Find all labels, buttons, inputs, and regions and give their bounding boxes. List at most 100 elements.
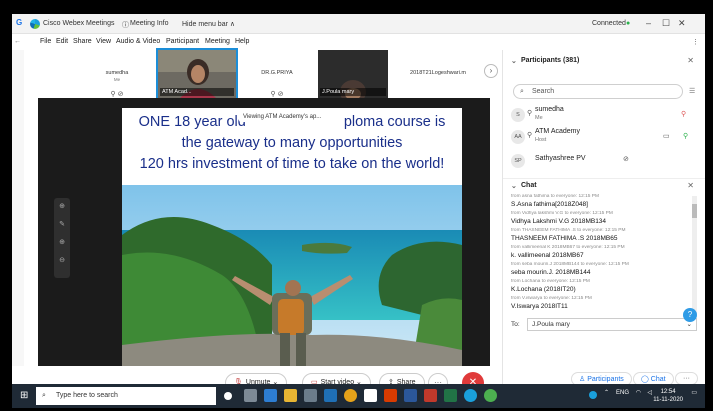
app-icon[interactable] [484, 389, 497, 402]
notifications-icon[interactable]: ▭ [691, 389, 697, 396]
chat-to-label: To: [511, 321, 520, 328]
mic-icon: ⚲ [527, 110, 533, 117]
participant-search-input[interactable]: ⌕ Search [513, 84, 683, 99]
mic-active-icon[interactable]: ⚲ [683, 132, 688, 140]
participants-panel-label: Participants [587, 376, 624, 383]
participant-item[interactable]: SP Sathyashree PV ⊘ [511, 152, 699, 172]
search-icon: ⌕ [42, 392, 46, 399]
list-view-icon[interactable]: ☰ [689, 87, 695, 95]
chat-recipient-select[interactable]: J.Poula mary ⌄ [527, 318, 697, 331]
chat-scrollbar[interactable] [692, 196, 697, 314]
excel-icon[interactable] [444, 389, 457, 402]
participants-title: Participants (381) [521, 57, 580, 64]
slide-line-1-rest: ploma course is [343, 114, 446, 130]
menu-view[interactable]: View [96, 38, 111, 45]
tray-app-icon[interactable] [589, 391, 597, 399]
chat-title: Chat [521, 182, 537, 189]
chrome-icon[interactable] [344, 389, 357, 402]
menu-bar: ← File Edit Share View Audio & Video Par… [12, 34, 705, 50]
language-indicator[interactable]: ENG [616, 390, 629, 396]
meeting-info-button[interactable]: Meeting Info [130, 20, 169, 27]
clock-date: 11-11-2020 [653, 397, 683, 403]
participant-name: Sathyashree PV [535, 155, 586, 162]
maximize-button[interactable]: ☐ [662, 18, 670, 29]
chat-meta: from seba mourin.J 2018MB144 to everyone… [511, 262, 629, 267]
mic-muted-icon[interactable]: ⊘ [623, 155, 629, 163]
chat-messages: from asna fathima to everyone: 12:15 PM … [511, 194, 689, 319]
thumbnail-participant[interactable]: DR.G.PRIYA ⚲ ⊘ [242, 50, 312, 98]
volume-icon[interactable]: ◁ [647, 389, 652, 396]
app-icon[interactable] [264, 389, 277, 402]
taskbar-search-placeholder: Type here to search [56, 392, 118, 399]
chevron-down-icon[interactable]: ⌄ [511, 182, 517, 190]
help-icon[interactable]: ? [683, 308, 697, 322]
search-icon: ⌕ [520, 88, 524, 95]
thumbnail-participant[interactable]: J.Poula mary [318, 50, 388, 104]
thumbnail-participant[interactable]: ATM Acad... [156, 48, 238, 100]
participants-header[interactable]: ⌄ Participants (381) ✕ [503, 56, 705, 70]
menu-help[interactable]: Help [235, 38, 249, 45]
taskbar-search-input[interactable]: ⌕ Type here to search [36, 387, 216, 405]
app-icon[interactable] [304, 389, 317, 402]
close-icon[interactable]: ✕ [687, 56, 694, 65]
close-icon[interactable]: ✕ [687, 181, 694, 190]
mic-muted-icon[interactable]: ⚲ [681, 110, 686, 118]
thumbnail-name: sumedha [105, 70, 129, 76]
task-view-icon[interactable] [244, 389, 257, 402]
thumbnail-name: ATM Acad... [160, 88, 234, 96]
app-icon[interactable] [424, 389, 437, 402]
participant-item[interactable]: S ⚲ sumedha Me ⚲ [511, 106, 699, 126]
title-bar: G Cisco Webex Meetings ⓘ Meeting Info Hi… [12, 14, 705, 34]
menu-participant[interactable]: Participant [166, 38, 199, 45]
menu-audio-video[interactable]: Audio & Video [116, 38, 160, 45]
close-button[interactable]: ✕ [678, 18, 686, 29]
slide-line-3: 120 hrs investment of time to take on th… [139, 156, 445, 172]
thumbnail-name: J.Poula mary [320, 88, 386, 96]
windows-start-icon[interactable]: ⊞ [20, 390, 28, 401]
menu-edit[interactable]: Edit [56, 38, 68, 45]
chat-text: seba mourin.J. 2018MB144 [511, 269, 591, 276]
next-thumbnails-icon[interactable]: › [484, 64, 498, 78]
pointer-tool-icon[interactable]: ⊕ [54, 198, 70, 216]
app-icon[interactable] [364, 389, 377, 402]
kebab-menu-icon[interactable]: ⋮ [692, 38, 699, 46]
chevron-down-icon[interactable]: ⌄ [511, 57, 517, 65]
hide-menu-bar-button[interactable]: Hide menu bar ∧ [182, 20, 235, 28]
chat-panel-label: Chat [650, 376, 666, 383]
webex-icon[interactable] [464, 389, 477, 402]
app-icon[interactable] [324, 389, 337, 402]
chat-meta: from Lochana to everyone: 12:15 PM [511, 279, 590, 284]
browser-side-strip [12, 50, 24, 370]
chat-text: S.Asna fathima[2018Z048] [511, 201, 588, 208]
thumbnail-participant[interactable]: sumedha Me ⚲ ⊘ [82, 50, 152, 98]
back-arrow-icon[interactable]: ← [14, 38, 21, 45]
tray-expand-icon[interactable]: ⌃ [604, 389, 609, 396]
screen-frame: G Cisco Webex Meetings ⓘ Meeting Info Hi… [0, 0, 713, 411]
video-icon[interactable]: ▭ [663, 132, 670, 140]
participant-item[interactable]: AA ⚲ ATM Academy Host ▭ ⚲ [511, 128, 699, 148]
thumbnail-participant[interactable]: 2018T21Logeshwari.m [394, 50, 482, 98]
wifi-icon[interactable]: ◠ [636, 389, 641, 396]
chat-meta: from THASNEEM FATHIMA .S to everyone: 12… [511, 228, 626, 233]
avatar: S [511, 108, 525, 122]
info-icon[interactable]: ⓘ [122, 20, 129, 30]
cortana-icon[interactable] [224, 392, 232, 400]
mic-icon: ⚲ [527, 132, 533, 139]
viewing-label: Viewing ATM Academy's ap... [239, 112, 326, 122]
mic-muted-icon: ⚲ ⊘ [270, 91, 284, 98]
chat-text: Vidhya Lakshmi V.G 2018MB134 [511, 218, 607, 225]
pen-tool-icon[interactable]: ✎ [54, 216, 70, 234]
word-icon[interactable] [404, 389, 417, 402]
minimize-button[interactable]: – [646, 18, 651, 28]
thumbnail-name: DR.G.PRIYA [261, 70, 293, 76]
scrollbar-thumb[interactable] [692, 204, 697, 218]
file-explorer-icon[interactable] [284, 389, 297, 402]
zoom-out-icon[interactable]: ⊖ [54, 252, 70, 270]
taskbar-clock[interactable]: 12:54 11-11-2020 [653, 388, 683, 404]
chat-header[interactable]: ⌄ Chat ✕ [503, 178, 705, 192]
menu-share[interactable]: Share [73, 38, 92, 45]
menu-file[interactable]: File [40, 38, 51, 45]
menu-meeting[interactable]: Meeting [205, 38, 230, 45]
app-icon[interactable] [384, 389, 397, 402]
zoom-in-icon[interactable]: ⊕ [54, 234, 70, 252]
